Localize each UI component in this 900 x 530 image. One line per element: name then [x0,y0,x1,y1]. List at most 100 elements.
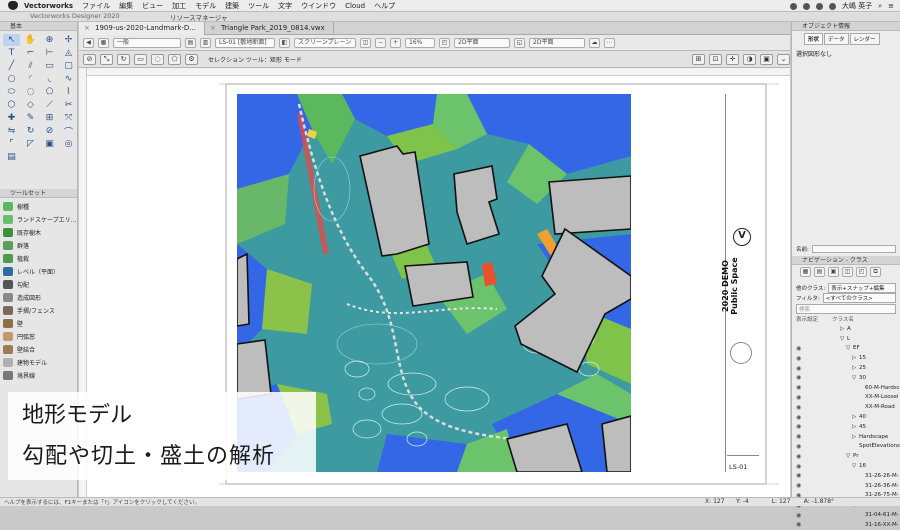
class-search-input[interactable]: 検索 [796,304,896,314]
disclosure-triangle-icon[interactable]: ▽ [852,375,859,381]
visibility-eye-icon[interactable]: ◉ [796,453,804,460]
view-dropdown-2[interactable]: 2D平面 [529,37,585,48]
user-icon[interactable] [828,2,836,10]
standard-view-icon[interactable]: ◰ [439,37,450,48]
visibility-eye-icon[interactable]: ◉ [796,394,804,401]
spiral-tool-icon[interactable]: ◌ [22,86,39,98]
rectangle-mode-icon[interactable]: ▭ [134,53,147,65]
view-mode-icon[interactable]: ◫ [360,37,371,48]
menu-window[interactable]: ウインドウ [301,1,336,11]
class-dropdown[interactable]: 一般 [113,37,181,48]
selection-tool-icon[interactable]: ↖ [3,34,20,46]
rotate-tool-icon[interactable]: ↻ [22,125,39,137]
toolset-item[interactable]: 手摺/フェンス [0,304,77,317]
class-row[interactable]: ◉ ▽ EF [792,344,900,354]
disclosure-triangle-icon[interactable]: ▷ [840,326,847,332]
mirror-tool-icon[interactable]: ⇋ [3,125,20,137]
menu-cloud[interactable]: Cloud [345,2,365,10]
tab-data[interactable]: データ [824,33,849,45]
render-icon[interactable]: ◧ [279,37,290,48]
freehand-tool-icon[interactable]: ∿ [60,73,77,85]
class-row[interactable]: ◉ XX-M-Road [792,402,900,412]
disclosure-triangle-icon[interactable]: ▽ [852,463,859,469]
snap-grid-icon[interactable]: ⊞ [692,53,705,65]
class-row[interactable]: ◉ XX-M-Loosel [792,393,900,403]
class-row[interactable]: ◉ ▷ Hardscape [792,432,900,442]
rectangle-tool-icon[interactable]: ▭ [41,60,58,72]
layer-icon[interactable]: ▤ [185,37,196,48]
menu-list-icon[interactable]: ≡ [888,2,894,10]
toolset-item[interactable]: 円弧窓 [0,330,77,343]
visibility-eye-icon[interactable]: ◉ [796,472,804,479]
tab-shape[interactable]: 形状 [804,33,824,45]
toolset-item[interactable]: 既存樹木 [0,226,77,239]
zoom-tool-icon[interactable]: ⊕ [41,34,58,46]
oval-tool-icon[interactable]: ⬭ [3,86,20,98]
pan-tool-icon[interactable]: ✋ [22,34,39,46]
disclosure-triangle-icon[interactable]: ▽ [846,345,853,351]
toolset-item[interactable]: 樹種 [0,200,77,213]
resource-manager-title[interactable]: リソースマネージャ [170,12,228,22]
tab-triangle-park[interactable]: × Triangle Park_2019_0814.vwx [205,22,334,35]
navigation-class-header[interactable]: ナビゲーション - クラス [792,256,900,265]
lasso-mode-icon[interactable]: ◌ [151,53,164,65]
fillet-tool-icon[interactable]: ⌜ [3,138,20,150]
locus-tool-icon[interactable]: ✚ [3,112,20,124]
sheet-view-icon[interactable]: ▣ [828,267,839,277]
layer-view-icon[interactable]: ▤ [814,267,825,277]
visibility-eye-icon[interactable]: ◉ [796,414,804,421]
wifi-icon[interactable] [802,2,810,10]
col-class-name[interactable]: クラス名 [832,315,854,323]
double-polygon-tool-icon[interactable]: ◇ [22,99,39,111]
render-plane-dropdown[interactable]: スクリーンプレーン [294,37,356,48]
toolset-item[interactable]: 壁 [0,317,77,330]
visibility-eye-icon[interactable]: ◉ [796,404,804,411]
class-icon[interactable]: ▦ [98,37,109,48]
class-row[interactable]: ◉ ▷ 40 [792,412,900,422]
interactive-scale-icon[interactable]: ⤡ [100,53,113,65]
disclosure-triangle-icon[interactable]: ▷ [852,365,859,371]
regular-polygon-tool-icon[interactable]: ⬡ [3,99,20,111]
menu-architecture[interactable]: 建築 [225,1,239,11]
cloud-icon[interactable] [789,2,797,10]
menu-text[interactable]: 文字 [278,1,292,11]
visibility-eye-icon[interactable]: ◉ [796,365,804,372]
disclosure-triangle-icon[interactable]: ▷ [852,355,859,361]
visibility-eye-icon[interactable]: ◉ [796,384,804,391]
class-row[interactable]: ◉ ▽ 30 [792,373,900,383]
attribute-mapping-tool-icon[interactable]: ⊞ [41,112,58,124]
visibility-eye-icon[interactable]: ◉ [796,482,804,489]
deselect-icon[interactable]: ⊘ [83,53,96,65]
user-name[interactable]: 大嶋 英子 [842,1,872,11]
visibility-eye-icon[interactable]: ◉ [796,521,804,528]
saved-view-icon[interactable]: ◰ [856,267,867,277]
toolset-item[interactable]: 造成図形 [0,291,77,304]
toolset-item[interactable]: 群落 [0,239,77,252]
disclosure-triangle-icon[interactable]: ▽ [846,453,853,459]
menu-view[interactable]: ビュー [142,1,163,11]
volume-icon[interactable] [815,2,823,10]
object-info-header[interactable]: オブジェクト情報 [792,22,900,31]
toolset-item[interactable]: 壁結合 [0,343,77,356]
visibility-tool-icon[interactable]: ◎ [60,138,77,150]
viewport-icon[interactable]: ◫ [842,267,853,277]
menu-modify[interactable]: 加工 [172,1,186,11]
apple-icon[interactable] [8,1,18,10]
reshape-tool-icon[interactable]: ⤧ [60,112,77,124]
toolsets-header[interactable]: ツールセット [0,189,77,198]
class-row[interactable]: ◉ ▽ Pr [792,451,900,461]
toolset-item[interactable]: レベル（平面） [0,265,77,278]
chamfer-tool-icon[interactable]: ◸ [22,138,39,150]
basic-palette-header[interactable]: 基本 [0,22,77,31]
toolset-item[interactable]: 植栽 [0,252,77,265]
visibility-eye-icon[interactable]: ◉ [796,443,804,450]
smart-cursor-icon[interactable]: ✛ [726,53,739,65]
col-visibility[interactable]: 表示設定 [796,315,818,323]
toolset-item[interactable]: 建物モデル [0,356,77,369]
menu-file[interactable]: ファイル [82,1,110,11]
tab-landmark-doc[interactable]: × 1909-us-2020-Landmark-D... [79,22,205,35]
layer-settings-icon[interactable]: ▥ [200,37,211,48]
menu-help[interactable]: ヘルプ [374,1,395,11]
class-row[interactable]: ▽ L [792,334,900,344]
menu-tools[interactable]: ツール [248,1,269,11]
